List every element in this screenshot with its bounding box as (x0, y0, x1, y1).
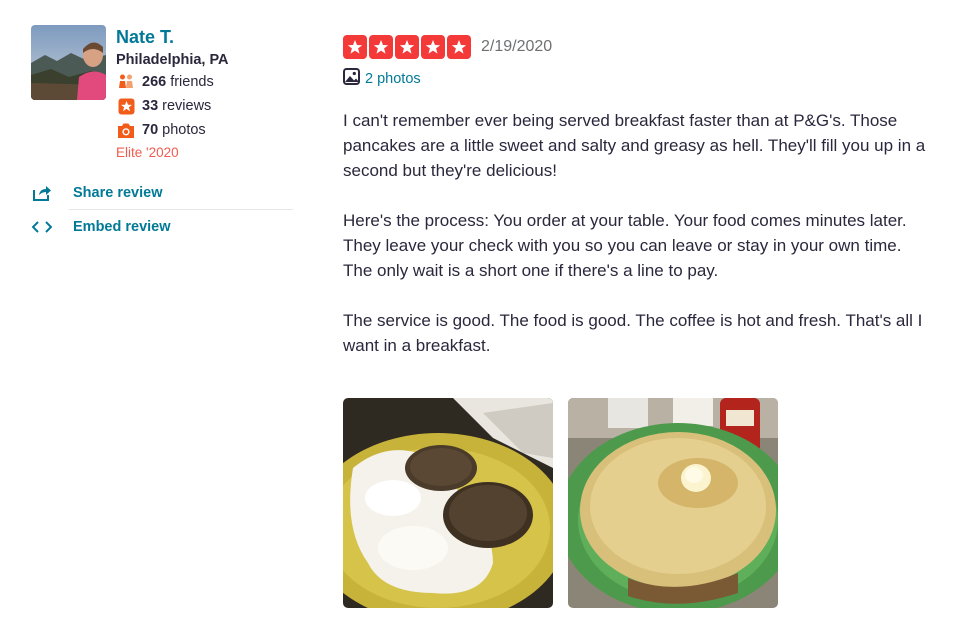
friends-label: friends (170, 74, 214, 90)
rating-star-icon (447, 35, 471, 59)
action-divider (69, 209, 293, 210)
embed-review-button[interactable]: Embed review (31, 212, 293, 242)
review-photo-grid (343, 398, 778, 608)
friends-icon (116, 72, 136, 92)
rating-star-icon (343, 35, 367, 59)
elite-badge: Elite '2020 (116, 145, 179, 160)
rating-star-icon (369, 35, 393, 59)
embed-review-label: Embed review (73, 219, 171, 235)
photos-stat: 70 photos (116, 118, 306, 142)
star-icon (116, 96, 136, 116)
review-actions: Share review Embed review (31, 178, 293, 242)
share-review-label: Share review (73, 185, 163, 201)
review-photos-link[interactable]: 2 photos (343, 68, 943, 90)
user-name-link[interactable]: Nate T. (116, 26, 306, 48)
star-rating (343, 35, 471, 59)
review-content: 2/19/2020 2 photos I can't remember ever… (343, 33, 943, 358)
reviews-stat: 33 reviews (116, 94, 306, 118)
share-review-button[interactable]: Share review (31, 178, 293, 208)
rating-star-icon (421, 35, 445, 59)
photos-count: 70 (142, 122, 159, 138)
review-paragraph: The service is good. The food is good. T… (343, 311, 923, 355)
embed-code-icon (31, 216, 53, 238)
rating-row: 2/19/2020 (343, 33, 943, 61)
image-icon (343, 68, 360, 90)
avatar[interactable] (31, 25, 106, 100)
eggs-and-sausage-photo[interactable] (343, 398, 553, 608)
review-photos-label: 2 photos (365, 71, 421, 87)
photos-label: photos (162, 122, 206, 138)
reviews-count: 33 (142, 98, 159, 114)
review-text: I can't remember ever being served break… (343, 108, 933, 358)
user-location: Philadelphia, PA (116, 52, 229, 68)
review-paragraph: Here's the process: You order at your ta… (343, 211, 907, 280)
review-date: 2/19/2020 (481, 38, 553, 55)
reviews-label: reviews (162, 98, 212, 114)
share-icon (31, 182, 53, 204)
camera-icon (116, 120, 136, 140)
pancake-photo[interactable] (568, 398, 778, 608)
rating-star-icon (395, 35, 419, 59)
friends-stat: 266 friends (116, 70, 306, 94)
review-paragraph: I can't remember ever being served break… (343, 111, 926, 180)
friends-count: 266 (142, 74, 167, 90)
user-meta: Nate T. Philadelphia, PA 266 friends 33 … (116, 25, 306, 164)
